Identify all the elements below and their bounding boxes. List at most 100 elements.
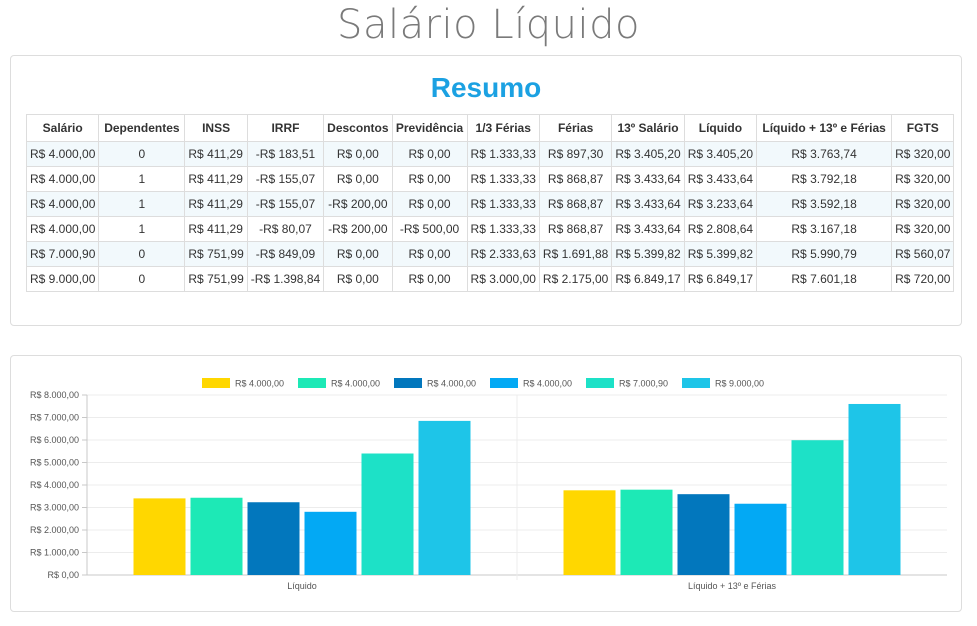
legend-swatch [490, 378, 518, 388]
legend-label: R$ 7.000,90 [619, 379, 668, 389]
table-cell: R$ 3.792,18 [756, 166, 893, 192]
legend-label: R$ 4.000,00 [235, 379, 284, 389]
table-row: R$ 4.000,00 1 R$ 411,29 -R$ 80,07 -R$ 200,00… [25, 216, 955, 242]
table-row: R$ 4.000,00 1 R$ 411,29 -R$ 155,07 R$ 0,00 R$… [25, 166, 955, 192]
table-cell: R$ 3.763,74 [756, 141, 893, 167]
bar [620, 489, 673, 575]
bar [247, 502, 300, 575]
table-cell: R$ 0,00 [391, 166, 468, 192]
table-row: R$ 9.000,00 0 R$ 751,99 -R$ 1.398,84 R$ 0,00… [25, 266, 955, 292]
legend-label: R$ 4.000,00 [523, 379, 572, 389]
y-tick-label: R$ 7.000,00 [30, 413, 79, 423]
legend-label: R$ 4.000,00 [427, 379, 476, 389]
table-cell: -R$ 200,00 [323, 216, 393, 242]
column-header[interactable]: INSS [184, 114, 248, 142]
table-cell: R$ 4.000,00 [25, 216, 100, 242]
column-header[interactable]: Férias [538, 114, 613, 142]
legend-label: R$ 9.000,00 [715, 379, 764, 389]
table-row: R$ 4.000,00 1 R$ 411,29 -R$ 155,07 -R$ 200,0… [25, 191, 955, 217]
table-cell: R$ 7.601,18 [756, 266, 893, 292]
table-cell: -R$ 80,07 [246, 216, 325, 242]
bar [304, 511, 357, 575]
table-cell: R$ 0,00 [323, 141, 393, 167]
table-cell: R$ 868,87 [538, 191, 613, 217]
table-cell: R$ 0,00 [323, 241, 393, 267]
table-cell: R$ 1.333,33 [466, 166, 540, 192]
table-cell: R$ 3.405,20 [683, 141, 758, 167]
y-tick-label: R$ 0,00 [47, 570, 79, 580]
bar [734, 503, 787, 575]
column-header[interactable]: IRRF [246, 114, 325, 142]
chart-panel: R$ 0,00 R$ 1.000,00 R$ 2.000,00 R$ 3.000,00… [10, 355, 962, 612]
y-tick-label: R$ 3.000,00 [30, 503, 79, 513]
table-cell: R$ 3.433,64 [683, 166, 758, 192]
column-header[interactable]: Dependentes [98, 114, 186, 142]
table-cell: R$ 3.433,64 [611, 166, 685, 192]
table-cell: R$ 3.000,00 [466, 266, 540, 292]
table-cell: R$ 4.000,00 [25, 141, 100, 167]
table-cell: R$ 3.233,64 [683, 191, 758, 217]
table-cell: R$ 3.433,64 [611, 216, 685, 242]
bar [133, 498, 186, 575]
table-cell: R$ 0,00 [391, 141, 468, 167]
bar [418, 420, 471, 575]
column-header[interactable]: Salário [25, 114, 100, 142]
summary-table: Salário Dependentes INSS IRRF Descontos … [25, 114, 955, 292]
table-cell: 1 [98, 191, 186, 217]
table-cell: -R$ 1.398,84 [246, 266, 325, 292]
table-cell: R$ 560,07 [891, 241, 955, 267]
table-cell: R$ 4.000,00 [25, 191, 100, 217]
column-header[interactable]: Líquido [683, 114, 758, 142]
legend-swatch [682, 378, 710, 388]
table-cell: R$ 5.399,82 [683, 241, 758, 267]
column-header[interactable]: Descontos [323, 114, 393, 142]
table-cell: R$ 1.333,33 [466, 141, 540, 167]
column-header[interactable]: Líquido + 13º e Férias [756, 114, 893, 142]
table-cell: R$ 5.399,82 [611, 241, 685, 267]
table-cell: -R$ 155,07 [246, 191, 325, 217]
table-cell: R$ 897,30 [538, 141, 613, 167]
y-tick-label: R$ 2.000,00 [30, 525, 79, 535]
column-header[interactable]: 1/3 Férias [466, 114, 540, 142]
y-tick-label: R$ 1.000,00 [30, 548, 79, 558]
table-cell: -R$ 183,51 [246, 141, 325, 167]
table-cell: R$ 2.175,00 [538, 266, 613, 292]
table-cell: R$ 411,29 [184, 166, 248, 192]
table-cell: R$ 3.405,20 [611, 141, 685, 167]
table-cell: R$ 6.849,17 [683, 266, 758, 292]
table-cell: R$ 0,00 [391, 241, 468, 267]
column-header[interactable]: 13º Salário [611, 114, 685, 142]
column-header[interactable]: Previdência [391, 114, 468, 142]
table-cell: R$ 1.333,33 [466, 191, 540, 217]
bar [677, 494, 730, 575]
table-cell: R$ 720,00 [891, 266, 955, 292]
y-tick-label: R$ 5.000,00 [30, 458, 79, 468]
table-row: R$ 4.000,00 0 R$ 411,29 -R$ 183,51 R$ 0,00 R$… [25, 141, 955, 167]
table-cell: R$ 868,87 [538, 166, 613, 192]
table-cell: R$ 751,99 [184, 241, 248, 267]
table-row: R$ 7.000,90 0 R$ 751,99 -R$ 849,09 R$ 0,00 R$… [25, 241, 955, 267]
table-cell: R$ 9.000,00 [25, 266, 100, 292]
table-cell: R$ 5.990,79 [756, 241, 893, 267]
table-cell: R$ 3.592,18 [756, 191, 893, 217]
table-cell: 0 [98, 141, 186, 167]
table-cell: R$ 411,29 [184, 141, 248, 167]
summary-title: Resumo [430, 72, 542, 103]
table-cell: R$ 320,00 [891, 141, 955, 167]
table-cell: R$ 751,99 [184, 266, 248, 292]
table-cell: R$ 0,00 [323, 166, 393, 192]
legend-swatch [202, 378, 230, 388]
table-cell: -R$ 849,09 [246, 241, 325, 267]
table-cell: R$ 1.691,88 [538, 241, 613, 267]
bar [791, 440, 844, 575]
table-cell: -R$ 200,00 [323, 191, 393, 217]
table-cell: R$ 320,00 [891, 166, 955, 192]
table-cell: 1 [98, 166, 186, 192]
summary-table-body: R$ 4.000,00 0 R$ 411,29 -R$ 183,51 R$ 0,00 R$… [25, 141, 955, 292]
table-header-row: Salário Dependentes INSS IRRF Descontos … [25, 114, 955, 142]
table-cell: R$ 3.167,18 [756, 216, 893, 242]
table-cell: R$ 1.333,33 [466, 216, 540, 242]
column-header[interactable]: FGTS [891, 114, 955, 142]
y-tick-label: R$ 4.000,00 [30, 480, 79, 490]
table-cell: R$ 320,00 [891, 216, 955, 242]
